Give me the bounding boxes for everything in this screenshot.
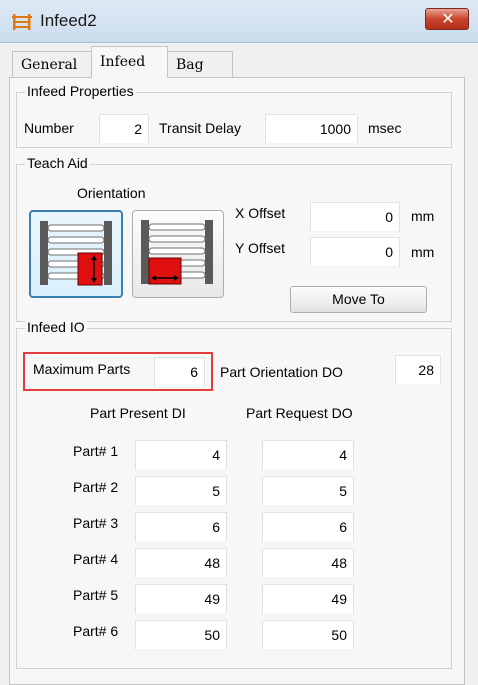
move-to-button[interactable]: Move To <box>290 286 427 313</box>
orientation-left-button[interactable] <box>29 210 123 298</box>
close-button[interactable]: ✕ <box>425 8 469 30</box>
orientation-label: Orientation <box>77 185 146 201</box>
conveyor-left-icon <box>40 221 112 286</box>
title-bar[interactable]: Infeed2 ✕ <box>0 0 478 43</box>
tab-infeed[interactable]: Infeed <box>91 46 168 78</box>
part-5-present-field[interactable]: 49 <box>135 584 227 614</box>
orientation-right-button[interactable] <box>132 210 224 298</box>
window-title: Infeed2 <box>40 11 97 30</box>
part-orientation-do-label: Part Orientation DO <box>220 364 343 380</box>
infeed-properties-title: Infeed Properties <box>25 83 136 99</box>
part-3-request-field[interactable]: 6 <box>262 512 354 542</box>
part-present-di-header: Part Present DI <box>90 405 186 421</box>
part-1-present-field[interactable]: 4 <box>135 440 227 470</box>
transit-delay-unit: msec <box>368 120 402 136</box>
part-request-do-header: Part Request DO <box>246 405 353 421</box>
maximum-parts-label: Maximum Parts <box>33 361 131 377</box>
maximum-parts-field[interactable]: 6 <box>154 357 205 387</box>
y-offset-field[interactable]: 0 <box>310 237 400 267</box>
part-4-present-field[interactable]: 48 <box>135 548 227 578</box>
part-5-request-field[interactable]: 49 <box>262 584 354 614</box>
part-1-label: Part# 1 <box>73 443 119 459</box>
x-offset-unit: mm <box>411 208 435 224</box>
number-field[interactable]: 2 <box>99 114 149 144</box>
part-orientation-do-field[interactable]: 28 <box>395 355 441 385</box>
teach-aid-title: Teach Aid <box>25 155 90 171</box>
conveyor-right-icon <box>141 220 213 285</box>
y-offset-label: Y Offset <box>235 240 286 256</box>
part-3-present-field[interactable]: 6 <box>135 512 227 542</box>
part-5-label: Part# 5 <box>73 587 119 603</box>
x-offset-field[interactable]: 0 <box>310 202 400 232</box>
part-1-request-field[interactable]: 4 <box>262 440 354 470</box>
part-2-label: Part# 2 <box>73 479 119 495</box>
part-2-request-field[interactable]: 5 <box>262 476 354 506</box>
part-2-present-field[interactable]: 5 <box>135 476 227 506</box>
tab-bag[interactable]: Bag <box>167 51 233 78</box>
part-6-label: Part# 6 <box>73 623 119 639</box>
infeed-io-title: Infeed IO <box>25 319 87 335</box>
tab-general[interactable]: General <box>12 51 92 78</box>
transit-delay-label: Transit Delay <box>159 120 241 136</box>
transit-delay-field[interactable]: 1000 <box>265 114 358 144</box>
x-offset-label: X Offset <box>235 205 286 221</box>
part-4-label: Part# 4 <box>73 551 119 567</box>
number-label: Number <box>24 120 74 136</box>
close-icon: ✕ <box>441 9 455 28</box>
y-offset-unit: mm <box>411 244 435 260</box>
part-3-label: Part# 3 <box>73 515 119 531</box>
part-6-present-field[interactable]: 50 <box>135 620 227 650</box>
part-6-request-field[interactable]: 50 <box>262 620 354 650</box>
part-4-request-field[interactable]: 48 <box>262 548 354 578</box>
conveyor-app-icon <box>12 14 32 30</box>
